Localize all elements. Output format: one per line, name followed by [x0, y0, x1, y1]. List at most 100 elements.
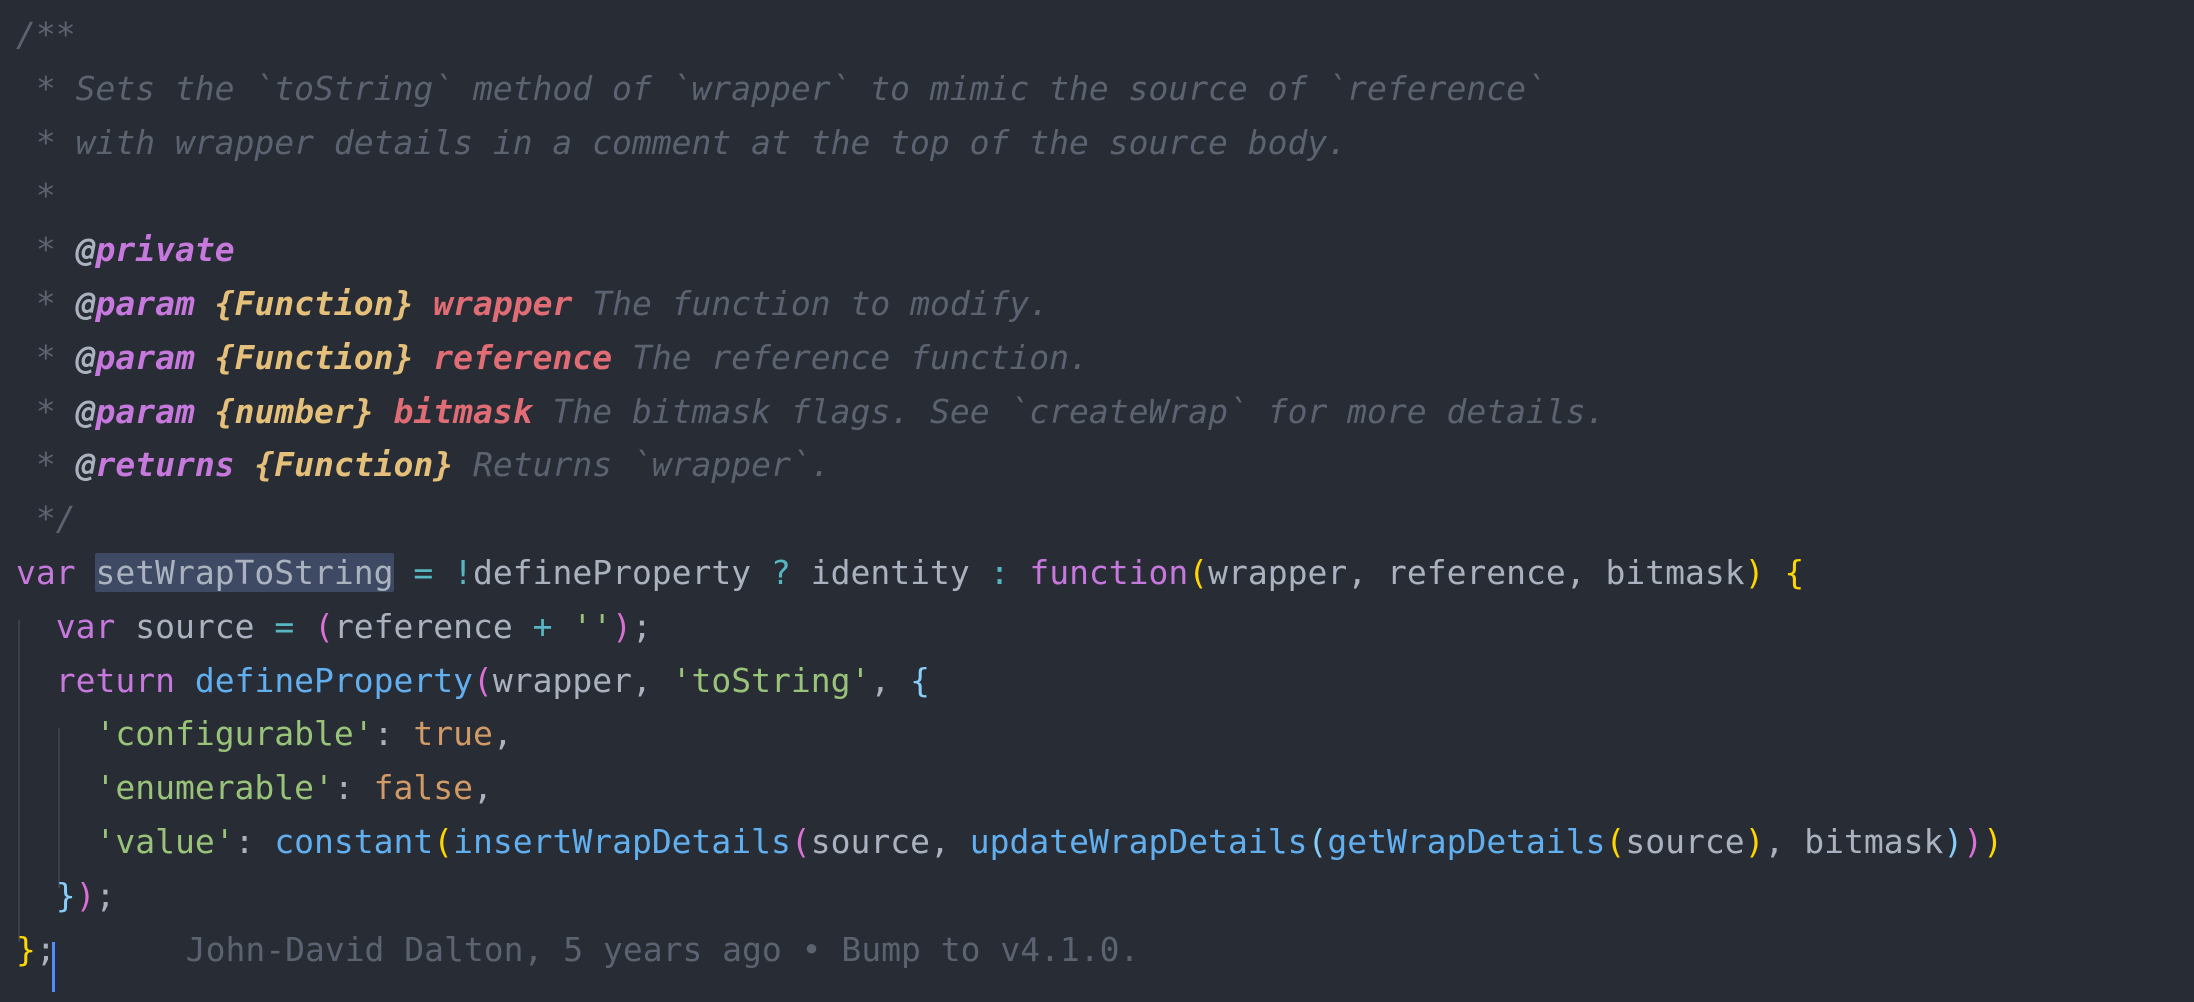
- code-line[interactable]: 'value': constant(insertWrapDetails(sour…: [16, 815, 2003, 869]
- code-token-doc-type: {Function}: [254, 445, 454, 485]
- code-token-function: updateWrapDetails: [969, 822, 1308, 861]
- code-token-comment: */: [16, 499, 76, 539]
- code-token-comment: [195, 338, 215, 377]
- code-token-comment: * Sets the `toString` method of `wrapper…: [16, 68, 1546, 108]
- code-line[interactable]: * @private: [16, 223, 235, 277]
- code-line[interactable]: * Sets the `toString` method of `wrapper…: [16, 62, 1546, 116]
- code-token-plain: ;: [95, 875, 116, 915]
- code-token-doc-tag: returns: [95, 445, 235, 485]
- code-token-comment: The bitmask flags. See `createWrap` for …: [532, 391, 1606, 431]
- code-token-string: 'enumerable': [95, 768, 334, 808]
- code-token-doc-tag: private: [95, 230, 235, 270]
- code-token-string: 'toString': [671, 660, 871, 700]
- code-token-plain: :: [333, 768, 374, 808]
- code-token-plain: ;: [632, 606, 652, 646]
- code-token-string: 'value': [95, 822, 235, 861]
- code-line[interactable]: * @param {Function} reference The refere…: [16, 331, 1089, 385]
- code-token-comment: Returns `wrapper`.: [453, 445, 831, 485]
- code-token-bracket-gold: (: [1188, 553, 1209, 592]
- code-token-string: 'configurable': [95, 714, 374, 754]
- code-line[interactable]: 'enumerable': false,: [16, 761, 493, 815]
- git-blame-annotation: John-David Dalton, 5 years ago • Bump to…: [185, 929, 1140, 969]
- code-token-comment: *: [16, 176, 56, 216]
- code-token-plain: :: [373, 714, 414, 754]
- code-token-plain: wrapper, reference, bitmask: [1208, 553, 1745, 592]
- code-token-bracket-blue: (: [1307, 822, 1328, 861]
- code-token-number: false: [373, 768, 473, 808]
- code-line[interactable]: * @returns {Function} Returns `wrapper`.: [16, 438, 831, 492]
- code-token-selected: setWrapToString: [95, 553, 394, 592]
- code-line[interactable]: var setWrapToString = !defineProperty ? …: [16, 546, 1804, 600]
- code-line[interactable]: * @param {Function} wrapper The function…: [16, 277, 1049, 331]
- code-line[interactable]: var source = (reference + '');: [16, 600, 652, 654]
- code-token-doc-at: @: [75, 445, 96, 485]
- code-token-comment: *: [16, 445, 76, 485]
- code-token-bracket-blue: ): [1943, 822, 1964, 861]
- code-token-operator: +: [532, 606, 553, 646]
- code-line[interactable]: *: [16, 169, 56, 223]
- code-token-bracket-pink: ): [75, 875, 96, 915]
- code-token-keyword: var: [55, 606, 116, 646]
- code-token-bracket-gold: {: [1784, 553, 1805, 592]
- code-token-bracket-blue: }: [55, 875, 76, 915]
- code-line[interactable]: return defineProperty(wrapper, 'toString…: [16, 654, 930, 708]
- code-token-plain: ,: [473, 768, 493, 808]
- code-token-bracket-gold: ): [1744, 553, 1765, 592]
- code-token-bracket-gold: (: [433, 822, 454, 861]
- code-token-plain: source: [1625, 822, 1745, 861]
- code-token-doc-param: wrapper: [433, 284, 573, 323]
- code-token-bracket-gold: ): [1744, 822, 1765, 861]
- code-token-operator: =: [274, 606, 295, 646]
- code-token-doc-type: {Function}: [214, 284, 414, 323]
- code-line[interactable]: /**: [16, 8, 76, 62]
- code-token-comment: [235, 445, 255, 484]
- code-token-doc-tag: param: [95, 284, 195, 323]
- code-token-comment: *: [16, 230, 76, 270]
- code-token-bracket-pink: ): [1963, 822, 1984, 861]
- code-token-plain: :: [234, 822, 275, 861]
- code-token-plain: source: [115, 606, 275, 646]
- code-line[interactable]: 'configurable': true,: [16, 707, 512, 761]
- code-token-string: '': [572, 606, 613, 646]
- code-token-bracket-gold: ): [1983, 822, 2003, 861]
- code-token-plain: identity: [790, 553, 990, 592]
- code-token-doc-tag: param: [95, 337, 195, 377]
- code-token-plain: , bitmask: [1764, 822, 1944, 861]
- code-line[interactable]: }; John-David Dalton, 5 years ago • Bump …: [16, 923, 1139, 977]
- code-token-bracket-pink: (: [473, 660, 493, 700]
- code-token-bracket-blue: {: [910, 660, 930, 700]
- code-token-doc-at: @: [75, 391, 96, 431]
- code-token-function: insertWrapDetails: [453, 822, 791, 861]
- code-token-bracket-gold: (: [1605, 822, 1626, 861]
- code-token-bracket-pink: (: [314, 606, 334, 646]
- code-token-keyword: return: [55, 660, 175, 700]
- code-editor[interactable]: /** * Sets the `toString` method of `wra…: [0, 0, 2194, 1002]
- code-token-bracket-pink: (: [790, 822, 811, 861]
- code-token-bracket-pink: ): [612, 606, 632, 646]
- code-line[interactable]: * @param {number} bitmask The bitmask fl…: [16, 385, 1606, 439]
- code-line[interactable]: */: [16, 492, 76, 546]
- code-token-function: getWrapDetails: [1327, 822, 1606, 861]
- code-token-keyword: var: [16, 553, 76, 592]
- code-token-comment: [195, 284, 215, 323]
- code-line[interactable]: });: [16, 869, 116, 923]
- code-token-plain: wrapper,: [492, 660, 672, 700]
- code-token-comment: *: [16, 284, 76, 323]
- code-line[interactable]: * with wrapper details in a comment at t…: [16, 116, 1347, 170]
- code-token-function: defineProperty: [194, 660, 473, 700]
- code-token-operator: :: [989, 553, 1010, 592]
- code-token-comment: The function to modify.: [572, 284, 1050, 323]
- code-token-doc-at: @: [75, 230, 96, 270]
- code-token-doc-param: bitmask: [393, 391, 533, 431]
- code-token-comment: [374, 392, 394, 431]
- code-token-comment: The reference function.: [612, 337, 1089, 377]
